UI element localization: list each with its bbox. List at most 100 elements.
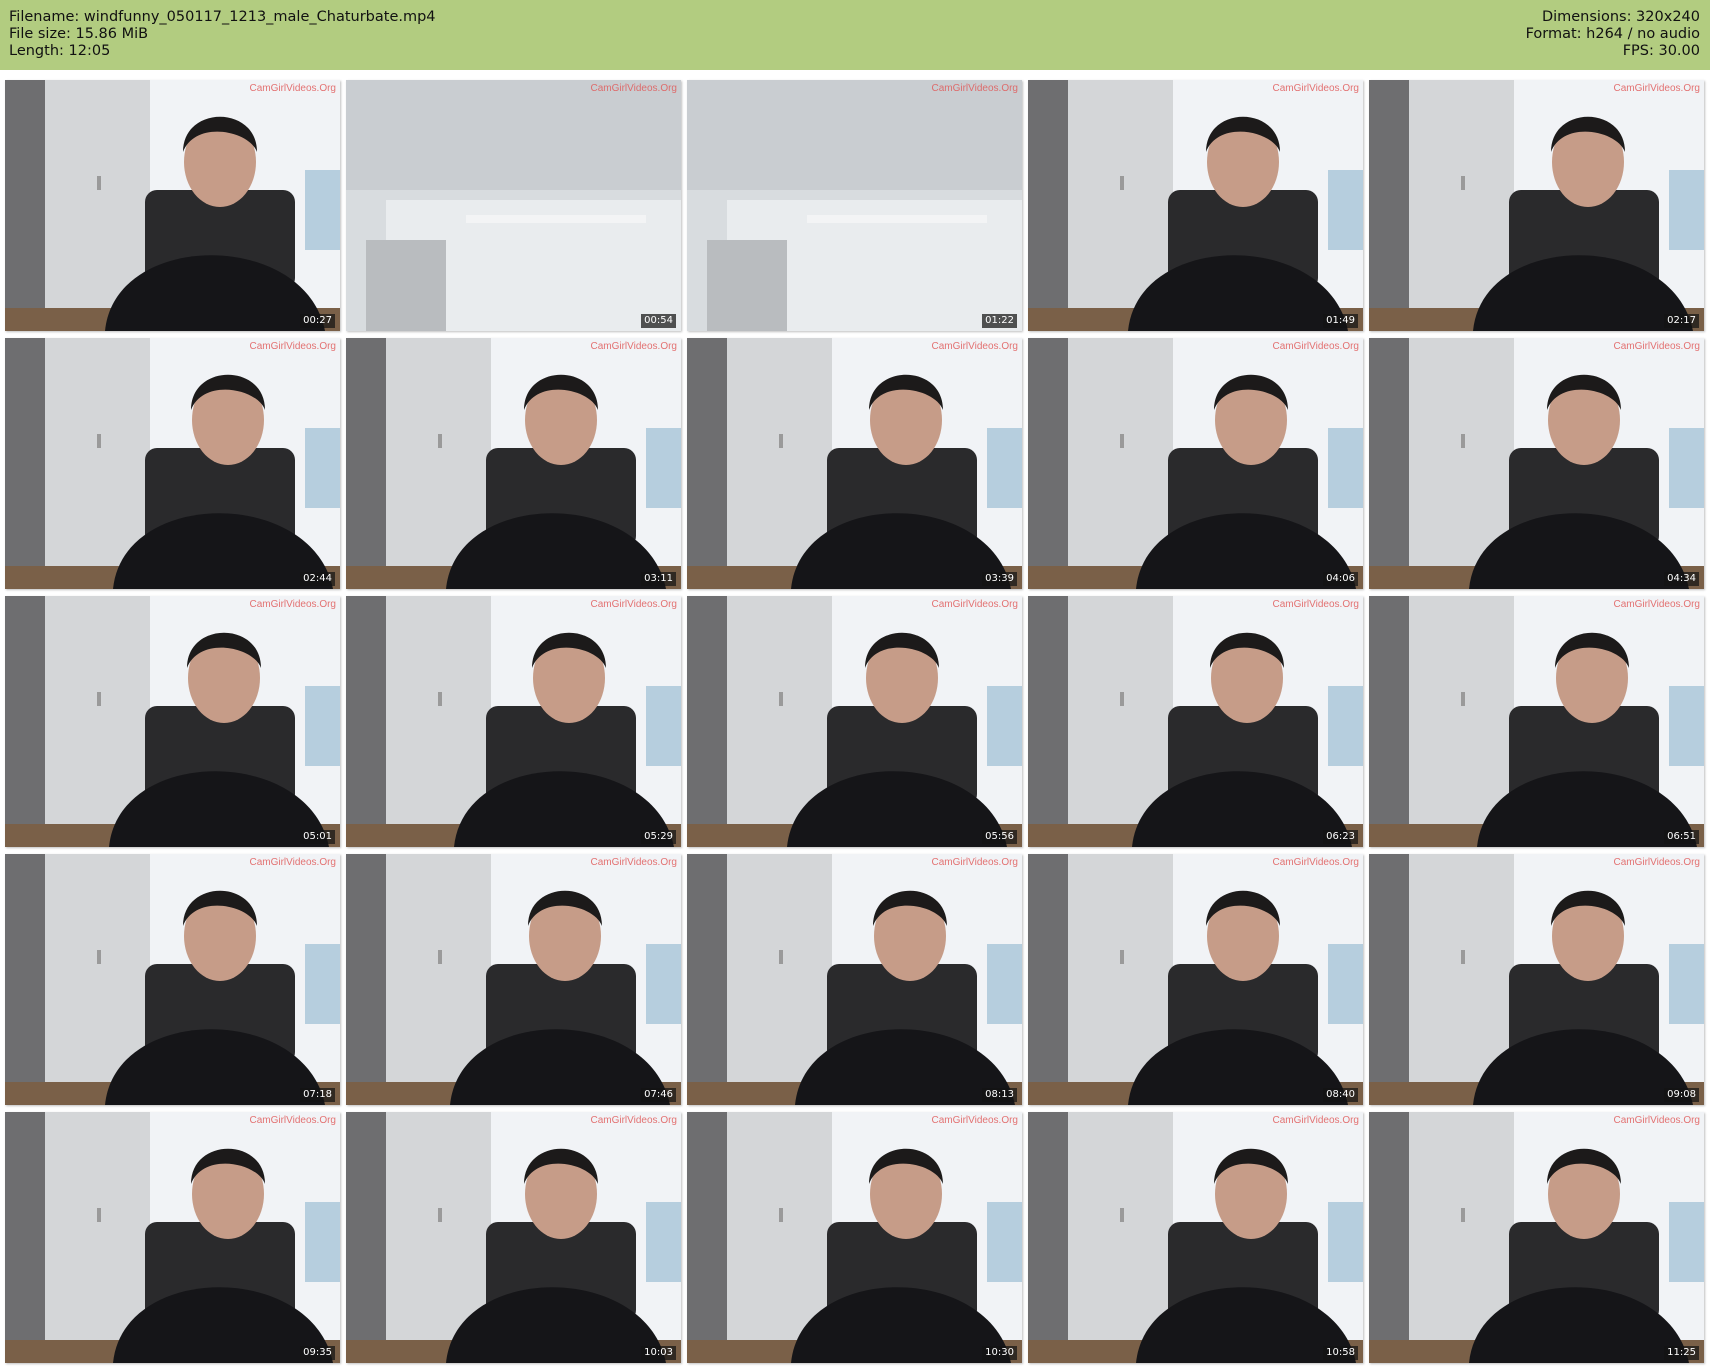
thumbnail[interactable]: CamGirlVideos.Org 08:40 <box>1028 854 1363 1105</box>
thumbnail[interactable]: CamGirlVideos.Org 03:39 <box>687 338 1022 589</box>
video-frame-image <box>687 80 1022 331</box>
thumbnail[interactable]: CamGirlVideos.Org 09:08 <box>1369 854 1704 1105</box>
thumbnail[interactable]: CamGirlVideos.Org 05:29 <box>346 596 681 847</box>
thumbnail[interactable]: CamGirlVideos.Org 05:01 <box>5 596 340 847</box>
video-frame-image <box>1369 1112 1704 1363</box>
watermark-text: CamGirlVideos.Org <box>1272 599 1359 610</box>
thumbnail[interactable]: CamGirlVideos.Org 03:11 <box>346 338 681 589</box>
timestamp-label: 05:01 <box>300 830 335 844</box>
timestamp-label: 03:11 <box>641 572 676 586</box>
timestamp-label: 04:06 <box>1323 572 1358 586</box>
dimensions-text: Dimensions: 320x240 <box>1541 9 1700 25</box>
thumbnail[interactable]: CamGirlVideos.Org 07:18 <box>5 854 340 1105</box>
thumbnail[interactable]: CamGirlVideos.Org 01:49 <box>1028 80 1363 331</box>
file-info: Filename: windfunny_050117_1213_male_Cha… <box>9 9 436 60</box>
info-header: Filename: windfunny_050117_1213_male_Cha… <box>0 0 1710 70</box>
watermark-text: CamGirlVideos.Org <box>931 599 1018 610</box>
format-text: Format: h264 / no audio <box>1525 26 1700 42</box>
video-frame-image <box>1028 854 1363 1105</box>
thumbnail[interactable]: CamGirlVideos.Org 01:22 <box>687 80 1022 331</box>
video-frame-image <box>1369 596 1704 847</box>
timestamp-label: 00:54 <box>641 314 676 328</box>
thumbnail[interactable]: CamGirlVideos.Org 02:17 <box>1369 80 1704 331</box>
watermark-text: CamGirlVideos.Org <box>931 1115 1018 1126</box>
timestamp-label: 09:08 <box>1664 1088 1699 1102</box>
thumbnail[interactable]: CamGirlVideos.Org 06:51 <box>1369 596 1704 847</box>
thumbnail[interactable]: CamGirlVideos.Org 00:54 <box>346 80 681 331</box>
video-frame-image <box>1028 80 1363 331</box>
video-frame-image <box>1028 338 1363 589</box>
thumbnail[interactable]: CamGirlVideos.Org 07:46 <box>346 854 681 1105</box>
video-frame-image <box>687 596 1022 847</box>
thumbnail[interactable]: CamGirlVideos.Org 09:35 <box>5 1112 340 1363</box>
timestamp-label: 07:18 <box>300 1088 335 1102</box>
timestamp-label: 06:51 <box>1664 830 1699 844</box>
video-frame-image <box>1028 1112 1363 1363</box>
timestamp-label: 01:22 <box>982 314 1017 328</box>
watermark-text: CamGirlVideos.Org <box>1272 83 1359 94</box>
watermark-text: CamGirlVideos.Org <box>590 599 677 610</box>
video-frame-image <box>5 80 340 331</box>
video-frame-image <box>5 854 340 1105</box>
video-frame-image <box>346 80 681 331</box>
watermark-text: CamGirlVideos.Org <box>1272 857 1359 868</box>
thumbnail[interactable]: CamGirlVideos.Org 05:56 <box>687 596 1022 847</box>
timestamp-label: 10:58 <box>1323 1346 1358 1360</box>
timestamp-label: 03:39 <box>982 572 1017 586</box>
thumbnail[interactable]: CamGirlVideos.Org 10:03 <box>346 1112 681 1363</box>
video-frame-image <box>687 338 1022 589</box>
timestamp-label: 04:34 <box>1664 572 1699 586</box>
video-frame-image <box>346 854 681 1105</box>
timestamp-label: 02:44 <box>300 572 335 586</box>
thumbnail[interactable]: CamGirlVideos.Org 08:13 <box>687 854 1022 1105</box>
format-info: Dimensions: 320x240 Format: h264 / no au… <box>1526 9 1700 60</box>
watermark-text: CamGirlVideos.Org <box>1272 341 1359 352</box>
watermark-text: CamGirlVideos.Org <box>1613 83 1700 94</box>
watermark-text: CamGirlVideos.Org <box>249 599 336 610</box>
thumbnail[interactable]: CamGirlVideos.Org 10:58 <box>1028 1112 1363 1363</box>
watermark-text: CamGirlVideos.Org <box>249 83 336 94</box>
thumbnail[interactable]: CamGirlVideos.Org 11:25 <box>1369 1112 1704 1363</box>
video-frame-image <box>1369 338 1704 589</box>
watermark-text: CamGirlVideos.Org <box>590 857 677 868</box>
thumbnail[interactable]: CamGirlVideos.Org 10:30 <box>687 1112 1022 1363</box>
timestamp-label: 00:27 <box>300 314 335 328</box>
thumbnail[interactable]: CamGirlVideos.Org 04:06 <box>1028 338 1363 589</box>
video-frame-image <box>346 596 681 847</box>
watermark-text: CamGirlVideos.Org <box>590 83 677 94</box>
file-size-text: File size: 15.86 MiB <box>9 26 149 42</box>
video-frame-image <box>5 338 340 589</box>
thumbnail[interactable]: CamGirlVideos.Org 06:23 <box>1028 596 1363 847</box>
timestamp-label: 08:13 <box>982 1088 1017 1102</box>
timestamp-label: 08:40 <box>1323 1088 1358 1102</box>
video-frame-image <box>346 1112 681 1363</box>
watermark-text: CamGirlVideos.Org <box>590 341 677 352</box>
video-frame-image <box>346 338 681 589</box>
watermark-text: CamGirlVideos.Org <box>931 341 1018 352</box>
timestamp-label: 07:46 <box>641 1088 676 1102</box>
timestamp-label: 10:03 <box>641 1346 676 1360</box>
thumbnail[interactable]: CamGirlVideos.Org 00:27 <box>5 80 340 331</box>
video-frame-image <box>1369 854 1704 1105</box>
video-frame-image <box>687 1112 1022 1363</box>
timestamp-label: 01:49 <box>1323 314 1358 328</box>
video-frame-image <box>5 596 340 847</box>
video-frame-image <box>1028 596 1363 847</box>
video-frame-image <box>687 854 1022 1105</box>
watermark-text: CamGirlVideos.Org <box>1272 1115 1359 1126</box>
thumbnail[interactable]: CamGirlVideos.Org 02:44 <box>5 338 340 589</box>
watermark-text: CamGirlVideos.Org <box>249 1115 336 1126</box>
watermark-text: CamGirlVideos.Org <box>1613 1115 1700 1126</box>
watermark-text: CamGirlVideos.Org <box>931 83 1018 94</box>
length-text: Length: 12:05 <box>9 43 111 59</box>
watermark-text: CamGirlVideos.Org <box>249 857 336 868</box>
watermark-text: CamGirlVideos.Org <box>931 857 1018 868</box>
thumbnail[interactable]: CamGirlVideos.Org 04:34 <box>1369 338 1704 589</box>
watermark-text: CamGirlVideos.Org <box>1613 341 1700 352</box>
timestamp-label: 11:25 <box>1664 1346 1699 1360</box>
watermark-text: CamGirlVideos.Org <box>249 341 336 352</box>
timestamp-label: 09:35 <box>300 1346 335 1360</box>
fps-text: FPS: 30.00 <box>1622 43 1700 59</box>
timestamp-label: 06:23 <box>1323 830 1358 844</box>
filename-text: Filename: windfunny_050117_1213_male_Cha… <box>9 9 436 25</box>
